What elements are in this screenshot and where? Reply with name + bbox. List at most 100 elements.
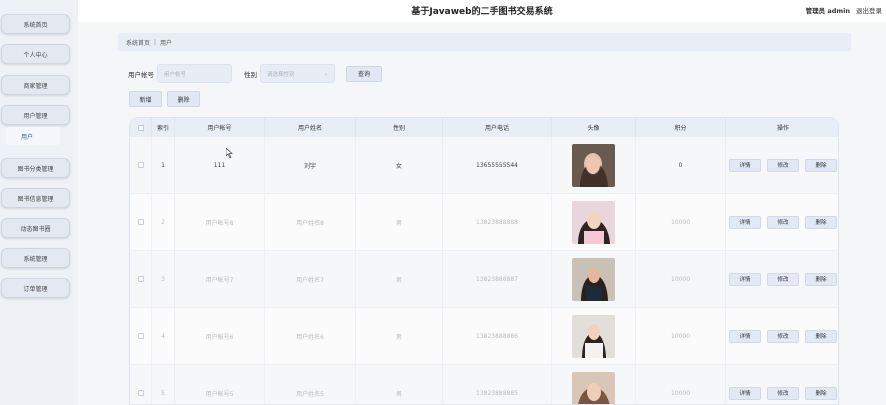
points-cell: 10000: [636, 308, 726, 364]
user-info: 管理员 admin 退出登录: [806, 5, 882, 15]
delete-button[interactable]: 删除: [805, 329, 837, 343]
sidebar-item-system[interactable]: 系统管理: [1, 248, 70, 268]
chevron-down-icon: ⌄: [323, 70, 328, 77]
gender-cell: 男: [356, 251, 443, 307]
add-button[interactable]: 新增: [129, 91, 162, 107]
sidebar-item-label: 图书分类管理: [17, 165, 54, 173]
main-content: 系统首页 | 用户 用户帐号 用户帐号 性别 请选择性别 ⌄ 查询 新增 删除 …: [78, 22, 886, 405]
column-header: 索引: [152, 118, 175, 137]
search-button-label: 查询: [357, 71, 370, 78]
index-cell: 3: [152, 251, 175, 307]
detail-button[interactable]: 详情: [729, 215, 761, 229]
account-label: 用户帐号: [128, 70, 154, 79]
search-bar: 用户帐号 用户帐号 性别 请选择性别 ⌄ 查询: [128, 64, 382, 83]
account-cell: 用户帐号6: [175, 308, 265, 364]
column-header: 用户帐号: [175, 118, 265, 137]
delete-button[interactable]: 删除: [805, 386, 837, 400]
sidebar-item-book-info[interactable]: 图书信息管理: [1, 188, 70, 208]
sidebar-item-label: 用户管理: [23, 112, 48, 120]
phone-cell: 13823888888: [443, 194, 552, 250]
column-header: 积分: [636, 118, 726, 137]
account-cell: 111: [175, 137, 265, 193]
name-cell: 用户姓名8: [265, 194, 356, 250]
points-cell: 10000: [636, 251, 726, 307]
points-cell: 10000: [636, 194, 726, 250]
user-table: 索引 用户帐号 用户姓名 性别 用户电话 头像 积分 操作 1 111 刘宇 女…: [129, 117, 839, 405]
account-search-input[interactable]: 用户帐号: [157, 64, 232, 83]
row-select-cell: [130, 137, 152, 193]
select-all-checkbox[interactable]: [137, 124, 144, 131]
edit-button[interactable]: 修改: [767, 215, 799, 229]
edit-button[interactable]: 修改: [767, 386, 799, 400]
sidebar-item-home[interactable]: 系统首页: [1, 14, 70, 34]
app-title: 基于Javaweb的二手图书交易系统: [411, 7, 553, 17]
gender-cell: 男: [356, 365, 443, 404]
edit-button[interactable]: 修改: [767, 272, 799, 286]
search-button[interactable]: 查询: [346, 65, 382, 82]
table-row: 1 111 刘宇 女 13655555544 0 详情 修改 删除: [130, 137, 838, 194]
logout-link[interactable]: 退出登录: [856, 5, 882, 15]
points-cell: 10000: [636, 365, 726, 404]
index-cell: 1: [152, 137, 175, 193]
row-select-cell: [130, 308, 152, 364]
breadcrumb-home[interactable]: 系统首页: [126, 38, 150, 47]
detail-button[interactable]: 详情: [729, 329, 761, 343]
column-header: 性别: [356, 118, 443, 137]
sidebar-item-merchant[interactable]: 商家管理: [1, 75, 70, 95]
index-cell: 5: [152, 365, 175, 404]
row-checkbox[interactable]: [137, 333, 144, 339]
table-row: 5 用户帐号5 用户姓名5 男 13823888885 10000 详情 修改 …: [130, 365, 838, 404]
delete-button[interactable]: 删除: [805, 215, 837, 229]
gender-select[interactable]: 请选择性别 ⌄: [260, 64, 335, 83]
sidebar-item-label: 系统首页: [23, 21, 48, 29]
ops-cell: 详情 修改 删除: [726, 308, 838, 364]
sidebar-item-users[interactable]: 用户管理: [1, 105, 70, 125]
gender-cell: 男: [356, 194, 443, 250]
detail-button[interactable]: 详情: [729, 386, 761, 400]
avatar-cell: [552, 365, 636, 404]
avatar-image: [572, 314, 615, 358]
name-cell: 用户姓名5: [265, 365, 356, 404]
table-row: 2 用户帐号8 用户姓名8 男 13823888888 10000 详情 修改 …: [130, 194, 838, 251]
row-select-cell: [130, 365, 152, 404]
avatar-cell: [552, 251, 636, 307]
sidebar-item-book-category[interactable]: 图书分类管理: [1, 158, 70, 178]
ops-cell: 详情 修改 删除: [726, 365, 838, 404]
table-row: 4 用户帐号6 用户姓名6 男 13823888886 10000 详情 修改 …: [130, 308, 838, 365]
user-label: 管理员 admin: [805, 7, 850, 15]
sidebar-item-label: 商家管理: [23, 82, 48, 90]
row-checkbox[interactable]: [137, 219, 144, 225]
batch-delete-button[interactable]: 删除: [167, 91, 200, 107]
edit-button[interactable]: 修改: [767, 329, 799, 343]
sidebar-subitem-user[interactable]: 用户: [6, 127, 60, 145]
phone-cell: 13823888886: [443, 308, 552, 364]
detail-button[interactable]: 详情: [729, 272, 761, 286]
column-header: 操作: [776, 125, 789, 132]
detail-button[interactable]: 详情: [729, 158, 761, 172]
delete-button[interactable]: 删除: [805, 272, 837, 286]
account-cell: 用户帐号5: [175, 365, 265, 404]
sidebar-item-profile[interactable]: 个人中心: [1, 44, 70, 64]
column-header: 用户姓名: [265, 118, 356, 137]
delete-button[interactable]: 删除: [805, 158, 837, 172]
sidebar-item-label: 订单管理: [23, 285, 48, 293]
phone-cell: 13655555544: [443, 137, 552, 193]
row-checkbox[interactable]: [137, 276, 144, 282]
breadcrumb-current: 用户: [160, 39, 173, 47]
table-header: 索引 用户帐号 用户姓名 性别 用户电话 头像 积分 操作: [130, 118, 838, 137]
sidebar-item-book-circle[interactable]: 动态图书圈: [1, 218, 70, 238]
action-bar: 新增 删除: [129, 91, 200, 107]
name-cell: 用户姓名6: [265, 308, 356, 364]
sidebar-item-orders[interactable]: 订单管理: [1, 278, 70, 298]
row-checkbox[interactable]: [137, 390, 144, 396]
account-cell: 用户帐号8: [175, 194, 265, 250]
row-checkbox[interactable]: [137, 162, 144, 168]
ops-cell: 详情 修改 删除: [726, 194, 838, 250]
breadcrumb: 系统首页 | 用户: [118, 33, 851, 51]
phone-cell: 13823888885: [443, 365, 552, 404]
row-select-cell: [130, 251, 152, 307]
edit-button[interactable]: 修改: [767, 158, 799, 172]
name-cell: 用户姓名7: [265, 251, 356, 307]
index-cell: 2: [152, 194, 175, 250]
mouse-cursor-icon: [226, 148, 233, 158]
